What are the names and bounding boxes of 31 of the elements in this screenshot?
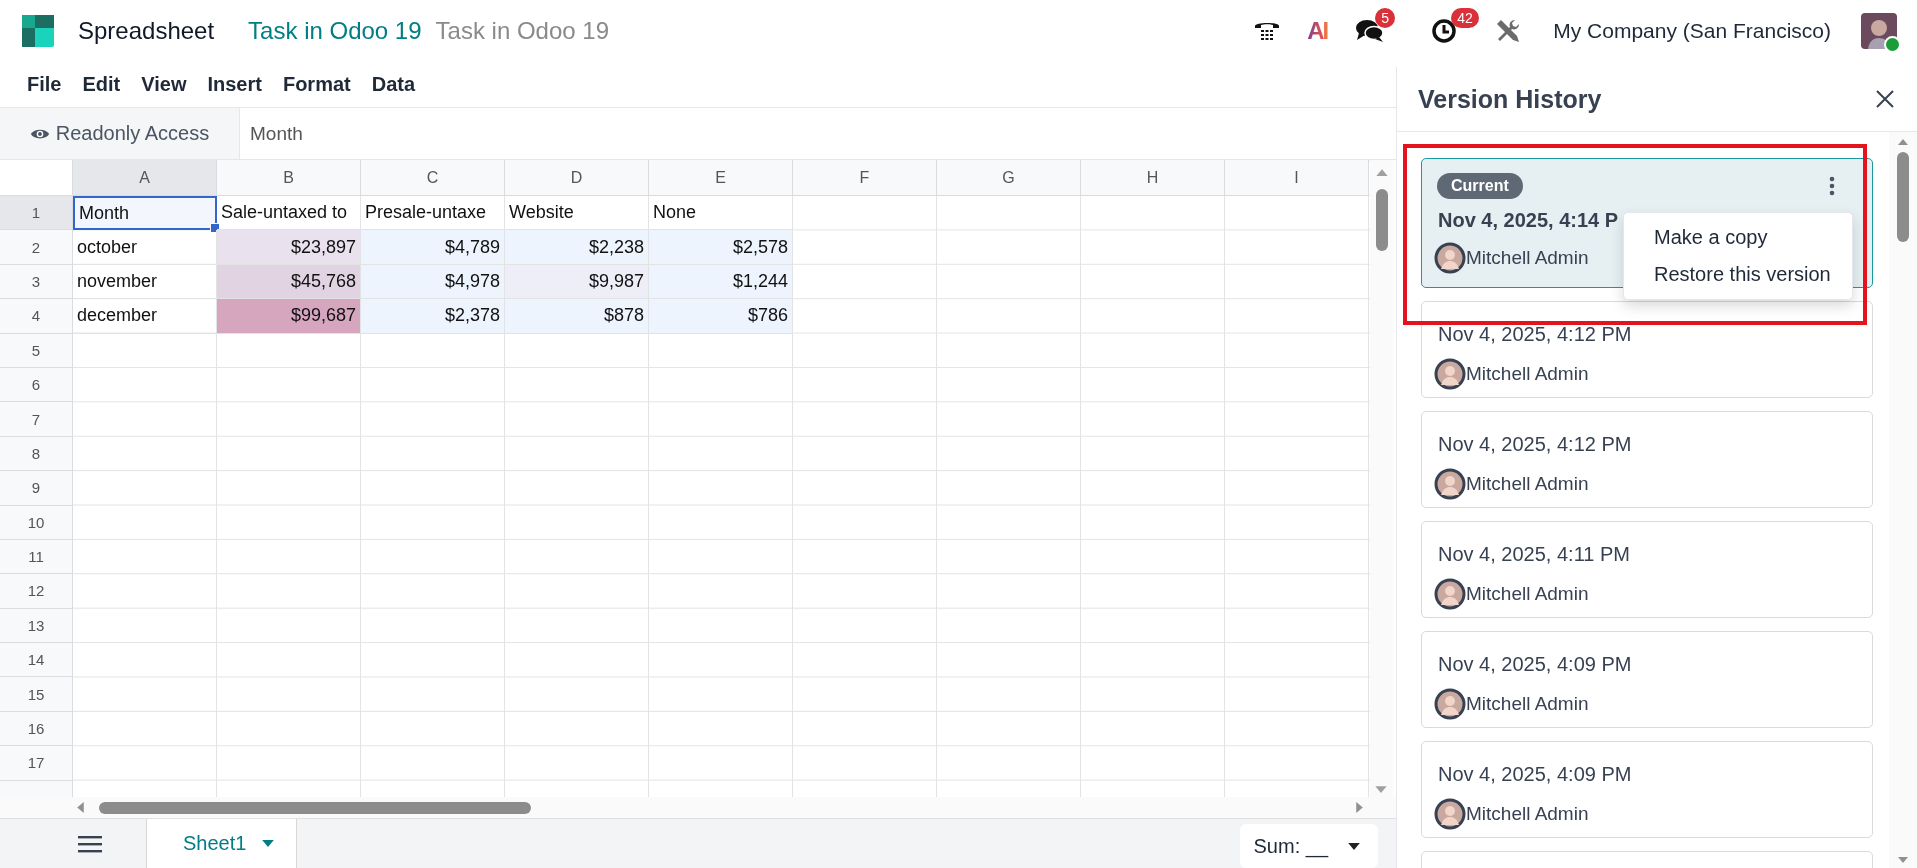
table-cell: $878 (505, 299, 649, 334)
activity-count-badge: 42 (1451, 8, 1479, 28)
author-name: Mitchell Admin (1466, 473, 1589, 495)
table-cell: $23,897 (217, 230, 361, 265)
author-name: Mitchell Admin (1466, 693, 1589, 715)
table-cell: $786 (649, 299, 793, 334)
author-name: Mitchell Admin (1466, 363, 1589, 385)
table-cell: $1,244 (649, 264, 793, 300)
author-name: Mitchell Admin (1466, 247, 1589, 269)
author-name: Mitchell Admin (1466, 583, 1589, 605)
table-cell: $4,789 (361, 230, 505, 265)
panel-title: Version History (1418, 84, 1602, 114)
table-cell: $2,238 (505, 230, 649, 265)
table-cell: $45,768 (217, 264, 361, 300)
table-cell: $99,687 (217, 299, 361, 334)
version-date: Nov 4, 2025, 4:12 PM (1437, 323, 1633, 346)
version-date: Nov 4, 2025, 4:09 PM (1437, 763, 1633, 786)
version-date: Nov 4, 2025, 4:11 PM (1437, 543, 1631, 566)
table-cell: $2,378 (361, 299, 505, 334)
table-cell: $4,978 (361, 264, 505, 300)
message-count-badge: 5 (1375, 8, 1396, 28)
version-date: Nov 4, 2025, 4:12 PM (1437, 433, 1633, 456)
table-cell: Month (73, 196, 217, 231)
version-date: Nov 4, 2025, 4:14 P (1437, 209, 1620, 232)
table-cell: $9,987 (505, 264, 649, 300)
app-title: Spreadsheet (78, 17, 215, 45)
current-badge: Current (1437, 173, 1523, 199)
author-name: Mitchell Admin (1466, 803, 1589, 825)
version-date: Nov 4, 2025, 4:09 PM (1437, 653, 1633, 676)
breadcrumb-current: Task in Odoo 19 (435, 17, 609, 45)
table-cell: $2,578 (649, 230, 793, 265)
